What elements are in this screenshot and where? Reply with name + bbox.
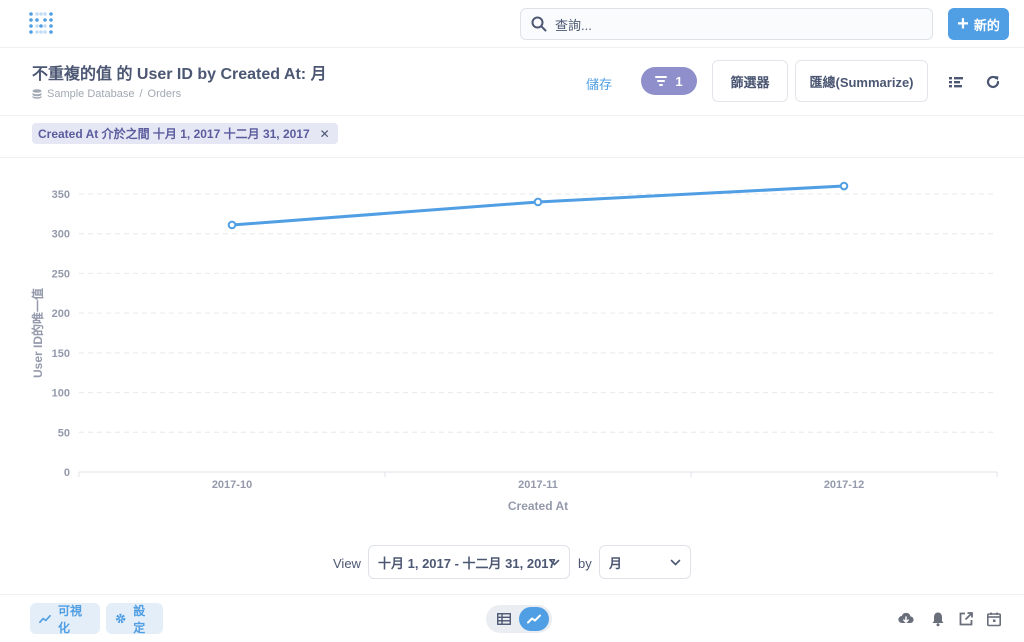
visualize-label: 可視化	[57, 603, 82, 635]
chart-area: 0 50 100 150 200 250 300 350 2017-10 2017-11 2017-…	[0, 158, 1024, 538]
filter-chip-label: Created At 介於之間 十月 1, 2017 十二月 31, 2017	[38, 127, 310, 141]
close-icon[interactable]: ✕	[320, 127, 330, 141]
line-chart-icon	[39, 614, 51, 623]
breadcrumb-separator: /	[139, 88, 143, 100]
time-unit-value: 月	[609, 555, 623, 571]
y-tick-label: 50	[58, 427, 70, 439]
visualize-button[interactable]: 可視化	[30, 603, 100, 635]
breadcrumb: Sample Database / Orders	[32, 88, 181, 100]
view-toggle	[486, 605, 552, 633]
search-input[interactable]: 查詢...	[520, 8, 933, 40]
metabase-logo-icon[interactable]	[28, 11, 54, 37]
y-tick-label: 300	[52, 229, 70, 241]
settings-button[interactable]: 設定	[106, 603, 163, 635]
data-point	[839, 181, 849, 191]
x-tick-label: 2017-10	[212, 479, 252, 491]
x-tick-label: 2017-11	[518, 479, 558, 491]
view-label: View	[333, 556, 361, 571]
question-header: 不重複的值 的 User ID by Created At: 月 Sample …	[0, 48, 1024, 116]
chevron-down-icon	[549, 559, 560, 566]
line-chart: 0 50 100 150 200 250 300 350 2017-10 2017-11 2017-…	[30, 181, 998, 513]
bell-icon[interactable]	[930, 611, 946, 627]
date-range-select[interactable]: 十月 1, 2017 - 十二月 31, 2017	[368, 545, 570, 579]
date-range-value: 十月 1, 2017 - 十二月 31, 2017	[378, 555, 556, 571]
filter-icon	[655, 76, 668, 86]
search-placeholder: 查詢...	[555, 17, 592, 33]
data-point	[227, 220, 237, 230]
refresh-icon[interactable]	[985, 74, 1001, 90]
filter-button[interactable]: 篩選器	[712, 60, 788, 102]
y-tick-label: 200	[52, 308, 70, 320]
search-icon	[531, 16, 547, 32]
breadcrumb-database[interactable]: Sample Database	[47, 88, 134, 100]
chevron-down-icon	[670, 559, 681, 566]
table-view-toggle[interactable]	[489, 607, 519, 631]
new-button[interactable]: + 新的	[948, 8, 1009, 40]
top-nav: 查詢... + 新的	[0, 0, 1024, 48]
y-axis-title: User ID的唯一值	[30, 288, 45, 378]
time-series-controls: View 十月 1, 2017 - 十二月 31, 2017 by 月	[0, 544, 1024, 582]
y-tick-label: 0	[64, 467, 70, 479]
y-tick-label: 350	[52, 189, 70, 201]
footer-bar: 可視化 設定	[0, 594, 1024, 642]
table-icon	[497, 613, 511, 625]
save-button[interactable]: 儲存	[586, 74, 612, 93]
page-title: 不重複的值 的 User ID by Created At: 月	[32, 66, 327, 83]
chart-view-toggle[interactable]	[519, 607, 549, 631]
breadcrumb-table[interactable]: Orders	[148, 88, 182, 100]
y-tick-label: 100	[52, 388, 70, 400]
database-icon	[32, 89, 42, 99]
calendar-icon[interactable]	[986, 611, 1002, 627]
filter-count: 1	[675, 73, 683, 89]
x-tick-label: 2017-12	[824, 479, 864, 491]
notebook-icon[interactable]	[948, 74, 964, 90]
data-point	[533, 197, 543, 207]
y-tick-label: 250	[52, 268, 70, 280]
y-tick-label: 150	[52, 348, 70, 360]
filter-bar: Created At 介於之間 十月 1, 2017 十二月 31, 2017 …	[0, 116, 1024, 158]
plus-icon: +	[957, 13, 969, 35]
x-axis-title: Created At	[508, 499, 568, 513]
time-unit-select[interactable]: 月	[599, 545, 691, 579]
share-icon[interactable]	[958, 611, 974, 627]
new-button-label: 新的	[973, 17, 1000, 33]
by-label: by	[578, 556, 592, 571]
settings-label: 設定	[133, 603, 146, 635]
gear-icon	[115, 613, 126, 624]
summarize-button[interactable]: 匯總(Summarize)	[795, 60, 928, 102]
line-chart-icon	[527, 614, 541, 624]
download-icon[interactable]	[898, 611, 914, 627]
filter-chip[interactable]: Created At 介於之間 十月 1, 2017 十二月 31, 2017 …	[32, 123, 338, 144]
filter-count-toggle[interactable]: 1	[641, 67, 697, 95]
